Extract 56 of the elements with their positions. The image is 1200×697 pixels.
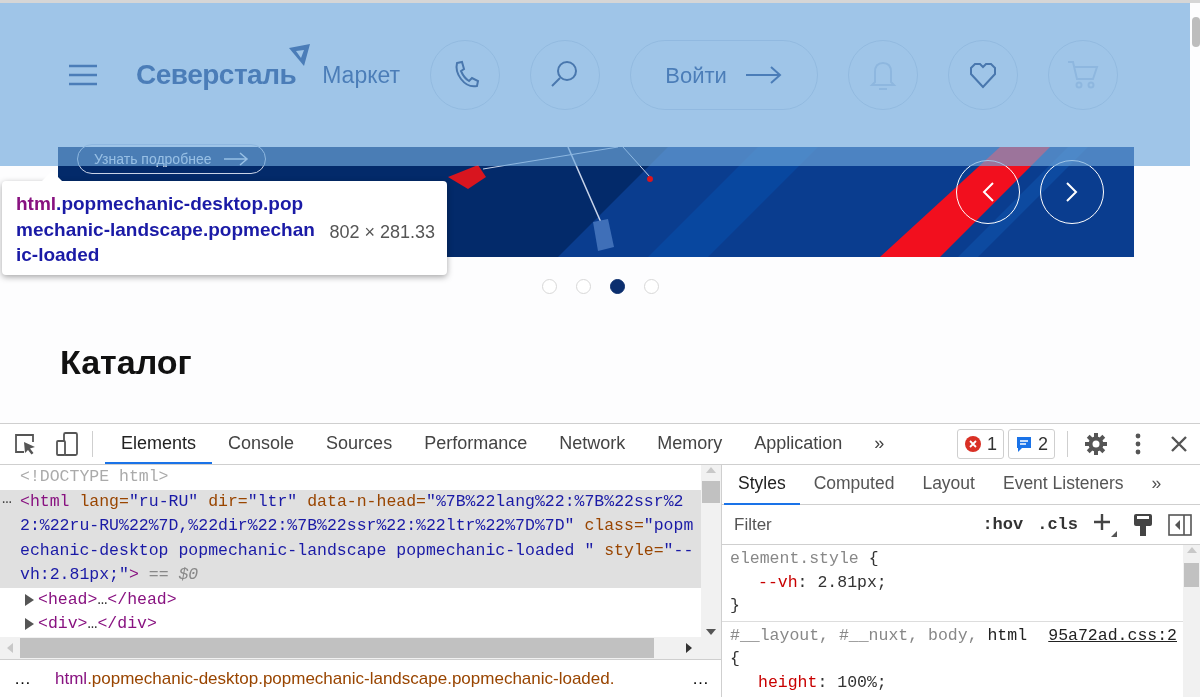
error-count-button[interactable]: 1: [956, 429, 1004, 459]
page-scrollbar[interactable]: [1192, 17, 1200, 47]
horizontal-scrollbar[interactable]: [0, 637, 721, 659]
styles-pane-tab[interactable]: Event Listeners: [988, 465, 1138, 505]
filter-field[interactable]: Filter: [724, 510, 924, 539]
message-count-button[interactable]: 2: [1008, 429, 1055, 459]
devtools-tab[interactable]: Sources: [310, 424, 409, 464]
scroll-up-icon[interactable]: [1185, 545, 1198, 555]
tooltip-selector: html.popmechanic-desktop.popmechanic-landscape.popmechanic-loaded: [16, 192, 316, 267]
css-brace: {: [868, 548, 879, 570]
arrow-icon: [223, 152, 250, 166]
scroll-up-icon[interactable]: [705, 465, 718, 475]
more-tabs-button[interactable]: »: [1137, 465, 1176, 505]
css-brace: }: [730, 595, 741, 617]
paint-brush-icon[interactable]: [1132, 512, 1154, 537]
vertical-scrollbar[interactable]: [701, 465, 721, 637]
devtools-tab[interactable]: Network: [543, 424, 642, 464]
css-brace: {: [730, 648, 741, 670]
css-declaration: --vh: 2.81px;: [757, 571, 888, 594]
breadcrumb-item[interactable]: html.popmechanic-desktop.popmechanic-landscape.popmechanic-loaded.: [55, 665, 615, 692]
dom-node-row[interactable]: … <html lang="ru-RU" dir="ltr" data-n-head="%7B%22lang%22:%7B%22ssr%22:%22ru-RU%22%7D,%22dir%22:%7B%22ssr%22:%22ltr%22%7D%7D" class="popmechanic-desktop popmechanic-landscape popmechanic-loaded " style="--vh:2.81px;"> == $0: [0, 489, 702, 588]
arrow-icon: [744, 65, 783, 85]
carousel-dot[interactable]: [609, 279, 625, 294]
catalog-heading: Каталог: [60, 342, 193, 383]
devtools-tab[interactable]: Console: [212, 424, 311, 464]
chevron-right-icon: [1065, 181, 1079, 203]
device-toolbar-icon[interactable]: [54, 431, 80, 457]
devtools-tab[interactable]: Application: [738, 424, 859, 464]
css-selector: element.style: [730, 548, 859, 570]
breadcrumb-scroll-right-button[interactable]: …: [692, 665, 709, 692]
class-toggle[interactable]: .cls: [1037, 511, 1078, 538]
styles-pane-tab[interactable]: Computed: [799, 465, 909, 505]
dom-node[interactable]: <head>…</head>: [0, 587, 702, 612]
devtools-tab[interactable]: Memory: [641, 424, 739, 464]
scrollbar-thumb[interactable]: [20, 638, 654, 658]
scrollbar-thumb[interactable]: [1184, 563, 1199, 587]
devtools-tab[interactable]: Elements: [105, 424, 213, 464]
vertical-scrollbar[interactable]: [1183, 545, 1200, 697]
styles-pane-tab[interactable]: Layout: [908, 465, 989, 505]
scrollbar-thumb[interactable]: [702, 481, 721, 503]
message-icon: [1015, 435, 1033, 453]
node-actions-ellipsis[interactable]: …: [2, 489, 20, 588]
source-link[interactable]: 95a72ad.css:2: [1048, 623, 1177, 647]
error-icon: [963, 435, 982, 453]
devtools-tab[interactable]: Performance: [408, 424, 544, 464]
css-declaration: height: 100%;: [757, 671, 888, 694]
chevron-left-icon: [981, 181, 995, 203]
menu-icon[interactable]: [68, 64, 98, 86]
sidebar-toggle-icon[interactable]: [1168, 513, 1192, 536]
more-tabs-button[interactable]: »: [858, 424, 901, 464]
new-rule-icon[interactable]: [1092, 511, 1118, 538]
hover-state-toggle[interactable]: :hov: [982, 511, 1024, 538]
css-selector: #__layout, #__nuxt, body, html: [730, 624, 1028, 647]
styles-pane-tab[interactable]: Styles: [724, 465, 800, 505]
tooltip-size: 802 × 281.33: [329, 221, 435, 244]
breadcrumb-scroll-left-button[interactable]: …: [14, 665, 31, 692]
